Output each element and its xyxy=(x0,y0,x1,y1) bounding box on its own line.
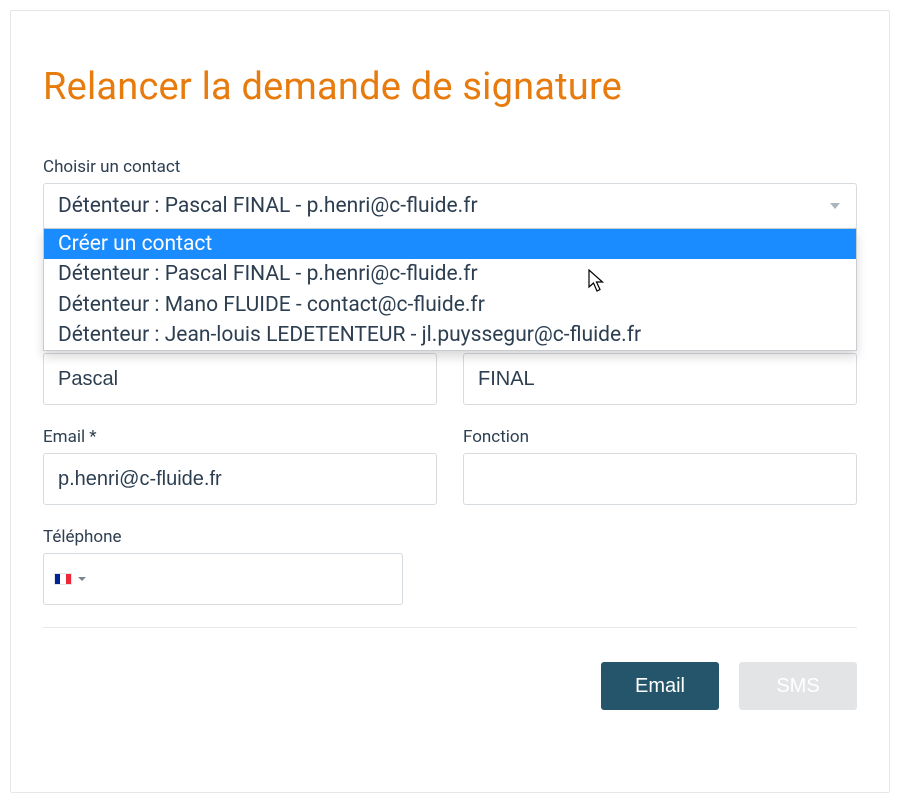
contact-select-current[interactable]: Détenteur : Pascal FINAL - p.henri@c-flu… xyxy=(44,184,856,228)
email-input[interactable] xyxy=(43,453,437,505)
contact-select-value: Détenteur : Pascal FINAL - p.henri@c-flu… xyxy=(58,194,478,218)
phone-group: Téléphone xyxy=(43,527,857,605)
contact-select-group: Choisir un contact Détenteur : Pascal FI… xyxy=(43,157,857,229)
contact-dropdown: Créer un contact Détenteur : Pascal FINA… xyxy=(43,228,857,351)
email-label: Email * xyxy=(43,427,437,447)
dialog-card: Relancer la demande de signature Choisir… xyxy=(10,10,890,793)
function-label: Fonction xyxy=(463,427,857,447)
lastname-group xyxy=(463,353,857,405)
dropdown-option[interactable]: Détenteur : Jean-louis LEDETENTEUR - jl.… xyxy=(44,320,856,350)
function-group: Fonction xyxy=(463,427,857,505)
dropdown-option[interactable]: Détenteur : Pascal FINAL - p.henri@c-flu… xyxy=(44,259,856,289)
dropdown-option[interactable]: Détenteur : Mano FLUIDE - contact@c-flui… xyxy=(44,290,856,320)
firstname-group xyxy=(43,353,437,405)
email-button[interactable]: Email xyxy=(601,662,719,710)
function-input[interactable] xyxy=(463,453,857,505)
chevron-down-icon xyxy=(830,203,840,209)
contact-select[interactable]: Détenteur : Pascal FINAL - p.henri@c-flu… xyxy=(43,183,857,229)
firstname-input[interactable] xyxy=(43,353,437,405)
flag-fr-icon xyxy=(54,573,72,585)
separator xyxy=(43,627,857,628)
email-group: Email * xyxy=(43,427,437,505)
chevron-down-icon xyxy=(78,577,86,581)
sms-button: SMS xyxy=(739,662,857,710)
form-fields: Email * Fonction Téléphone Email SMS xyxy=(43,353,857,710)
page-title: Relancer la demande de signature xyxy=(43,65,857,109)
lastname-input[interactable] xyxy=(463,353,857,405)
phone-input-wrapper[interactable] xyxy=(43,553,403,605)
phone-label: Téléphone xyxy=(43,527,857,547)
dropdown-option-create[interactable]: Créer un contact xyxy=(44,229,856,259)
contact-label: Choisir un contact xyxy=(43,157,857,177)
action-bar: Email SMS xyxy=(43,662,857,710)
